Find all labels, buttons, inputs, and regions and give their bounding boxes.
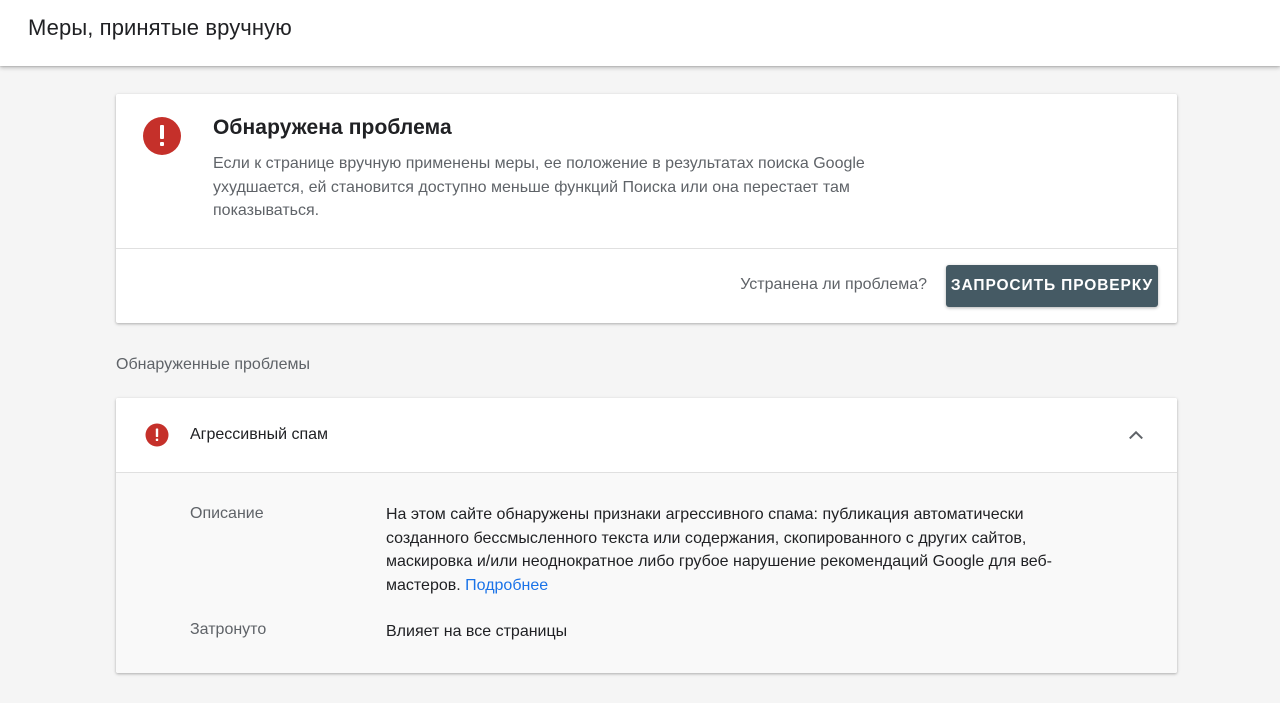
issue-details: Описание На этом сайте обнаружены призна… (116, 473, 1177, 673)
fixed-question-label: Устранена ли проблема? (740, 276, 927, 293)
detected-issues-heading: Обнаруженные проблемы (116, 356, 310, 373)
chevron-up-icon[interactable] (1125, 424, 1147, 446)
error-icon (145, 423, 169, 447)
description-text: На этом сайте обнаружены признаки агресс… (386, 506, 1052, 594)
affected-value: Влияет на все страницы (386, 623, 568, 640)
affected-label: Затронуто (190, 621, 267, 638)
problem-title: Обнаружена проблема (213, 116, 452, 139)
issue-card: Агрессивный спам Описание На этом сайте … (116, 398, 1177, 673)
error-icon (143, 117, 181, 155)
issue-title: Агрессивный спам (190, 426, 329, 443)
issue-header-toggle[interactable]: Агрессивный спам (116, 398, 1177, 472)
problem-description: Если к странице вручную применены меры, … (213, 155, 865, 219)
page-title: Меры, принятые вручную (28, 15, 292, 40)
problem-summary-card: Обнаружена проблема Если к странице вруч… (116, 94, 1177, 323)
card-divider (116, 248, 1177, 249)
request-review-button[interactable]: ЗАПРОСИТЬ ПРОВЕРКУ (946, 265, 1158, 307)
description-label: Описание (190, 505, 264, 522)
top-app-bar: Меры, принятые вручную (0, 0, 1280, 66)
learn-more-link[interactable]: Подробнее (465, 577, 548, 594)
